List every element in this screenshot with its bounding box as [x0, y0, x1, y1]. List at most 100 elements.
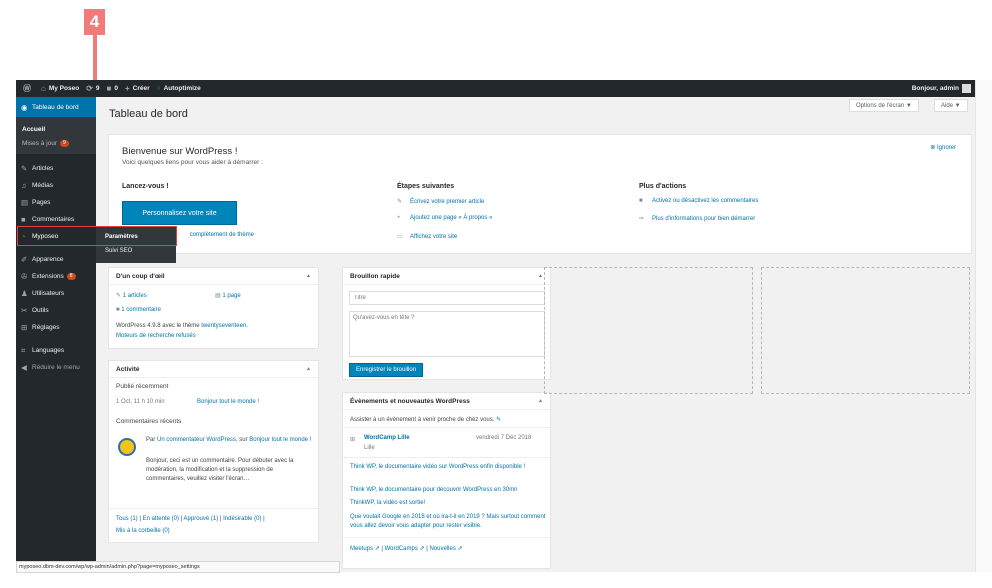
comment-from: Par — [146, 437, 158, 443]
pin-icon: ✎ — [21, 164, 28, 173]
news-link[interactable]: Think WP, le documentaire pour découvrir… — [350, 487, 550, 493]
edit-location-icon[interactable]: ✎ — [496, 417, 501, 423]
filter-spam-link[interactable]: Indésirable (0) — [223, 516, 261, 522]
browser-viewport: Ⓦ ⌂ My Poseo ⟳ 9 ■ 0 + Créer ○ Autoptimize Bo… — [16, 80, 975, 572]
toggle-icon[interactable]: ▲ — [306, 273, 311, 279]
site-name-link[interactable]: ⌂ My Poseo — [41, 84, 79, 93]
add-about-page-link[interactable]: + Ajoutez une page « À propos » — [397, 215, 492, 221]
updates-link[interactable]: ⟳ 9 — [86, 84, 99, 93]
updates-count: 9 — [95, 85, 100, 92]
toggle-icon[interactable]: ▲ — [306, 366, 311, 372]
close-circle-icon: ⊗ — [930, 145, 937, 151]
filter-trash-link[interactable]: Mis à la corbeille (0) — [116, 528, 170, 534]
commenter-link[interactable]: Un commentateur WordPress — [157, 437, 236, 443]
menu-languages[interactable]: ⌗ Languages — [16, 342, 96, 359]
tools-icon: ✂ — [21, 306, 28, 315]
new-label: Créer — [132, 85, 150, 92]
step-marker: 4 — [84, 9, 105, 35]
toggle-icon[interactable]: ▲ — [538, 398, 543, 404]
empty-widget-area — [761, 267, 970, 394]
draft-content-textarea[interactable] — [349, 311, 545, 357]
articles-count-link[interactable]: ✎ 1 articles — [116, 292, 147, 299]
postbox-header[interactable]: Évènements et nouveautés WordPress ▲ — [343, 393, 550, 410]
menu-tools[interactable]: ✂ Outils — [16, 302, 96, 319]
dismiss-link[interactable]: ⊗ Ignorer — [930, 144, 956, 151]
link-status-bar: myposeo.dbm-dev.com/wp/wp-admin/admin.ph… — [16, 561, 340, 573]
menu-articles[interactable]: ✎ Articles — [16, 160, 96, 177]
articles-count: 1 articles — [122, 293, 147, 299]
pin-icon: ✎ — [116, 293, 123, 299]
new-content-link[interactable]: + Créer — [125, 84, 150, 93]
news-link[interactable]: Think WP, le documentaire vidéo sur Word… — [350, 463, 545, 472]
window-gutter — [975, 80, 992, 572]
manage-comments-link[interactable]: ■ Activez ou désactivez les commentaires — [639, 198, 758, 204]
comment-excerpt: Bonjour, ceci est un commentaire. Pour d… — [146, 458, 294, 482]
menu-settings[interactable]: ⊞ Réglages — [16, 319, 96, 336]
autoptimize-link[interactable]: ○ Autoptimize — [157, 85, 201, 92]
filter-approved-link[interactable]: Approuvé (1) — [184, 516, 219, 522]
screen-options-button[interactable]: Options de l'écran ▼ — [849, 99, 919, 112]
meetups-link[interactable]: Meetups ⇗ — [350, 546, 380, 552]
menu-label: Pages — [32, 199, 51, 206]
link-label: Affichez votre site — [410, 233, 458, 240]
flyout-suivi-seo[interactable]: Suivi SEO — [96, 244, 176, 258]
menu-users[interactable]: ♟ Utilisateurs — [16, 285, 96, 302]
collapse-menu[interactable]: ◀ Réduire le menu — [16, 359, 96, 376]
dashboard-icon: ◉ — [21, 102, 28, 112]
col-more-actions-title: Plus d'actions — [639, 183, 687, 190]
filter-all-link[interactable]: Tous (1) — [116, 516, 138, 522]
view-site-link[interactable]: ▭ Affichez votre site — [397, 233, 458, 241]
postbox-title: Brouillon rapide — [350, 272, 400, 280]
view-site-icon: ▭ — [397, 234, 403, 240]
theme-link[interactable]: twentyseventeen — [201, 323, 246, 329]
search-engines-link[interactable]: Moteurs de recherche refusés — [116, 333, 196, 339]
menu-label: Languages — [32, 347, 65, 354]
pages-count-link[interactable]: ▤ 1 page — [215, 292, 241, 299]
admin-menu: ◉ Tableau de bord Accueil Mises à jour 9 … — [16, 97, 96, 572]
menu-label: Apparence — [32, 256, 64, 263]
wordcamps-link[interactable]: WordCamps ⇗ — [385, 546, 425, 552]
draft-title-input[interactable] — [349, 291, 545, 305]
postbox-header[interactable]: D'un coup d'œil ▲ — [109, 268, 318, 285]
menu-dashboard[interactable]: ◉ Tableau de bord — [16, 97, 96, 117]
pages-count: 1 page — [222, 293, 241, 299]
commenter-avatar — [118, 438, 136, 456]
submenu-updates[interactable]: Mises à jour 9 — [16, 136, 96, 150]
comments-link[interactable]: ■ 0 — [107, 84, 118, 93]
menu-label: Réglages — [32, 324, 60, 331]
wp-logo-icon[interactable]: Ⓦ — [23, 83, 34, 94]
page-icon: ▤ — [21, 198, 29, 207]
news-footer-link[interactable]: Nouvelles ⇗ — [429, 546, 462, 552]
home-icon: ⌂ — [41, 84, 46, 93]
menu-medias[interactable]: ♫ Médias — [16, 177, 96, 194]
write-first-post-link[interactable]: ✎ Écrivez votre premier article — [397, 198, 484, 206]
activity-box: Activité ▲ Publié récemment 1 Oct, 11 h 1… — [108, 360, 319, 543]
external-link-icon: ⇗ — [374, 546, 380, 552]
users-icon: ♟ — [21, 289, 28, 298]
comment-post-link[interactable]: Bonjour tout le monde ! — [249, 437, 311, 443]
page-title: Tableau de bord — [109, 108, 188, 120]
filter-pending-link[interactable]: En attente (0) — [143, 516, 179, 522]
event-name-link[interactable]: WordCamp Lille — [364, 435, 410, 441]
postbox-header[interactable]: Activité ▲ — [109, 361, 318, 378]
comments-count: 0 — [114, 85, 118, 92]
menu-pages[interactable]: ▤ Pages — [16, 194, 96, 211]
event-date: vendredi 7 Déc 2018 — [476, 435, 532, 441]
help-button[interactable]: Aide ▼ — [934, 99, 968, 112]
meetups-label: Meetups — [350, 546, 374, 552]
dashboard-submenu: Accueil Mises à jour 9 — [16, 117, 96, 154]
postbox-header[interactable]: Brouillon rapide ▲ — [343, 268, 550, 285]
save-draft-button[interactable]: Enregistrer le brouillon — [349, 363, 424, 377]
menu-appearance[interactable]: ✐ Apparence — [16, 251, 96, 268]
submenu-home[interactable]: Accueil — [16, 122, 96, 136]
news-link[interactable]: ThinkWP, la vidéo est sortie! — [350, 500, 425, 506]
customize-site-button[interactable]: Personnalisez votre site — [122, 201, 237, 225]
my-account-link[interactable]: Bonjour, admin — [912, 84, 971, 93]
menu-extensions[interactable]: ✇ Extensions 8 — [16, 268, 96, 285]
comments-count-link[interactable]: ■ 1 commentaire — [116, 307, 161, 313]
toggle-icon[interactable]: ▲ — [538, 273, 543, 279]
menu-label: Extensions — [32, 273, 64, 280]
news-link[interactable]: Que voulait Google en 2018 et où ira-t-i… — [350, 513, 550, 531]
learn-more-link[interactable]: ✑ Plus d'informations pour bien démarrer — [639, 215, 755, 223]
post-title-link[interactable]: Bonjour tout le monde ! — [197, 399, 259, 405]
